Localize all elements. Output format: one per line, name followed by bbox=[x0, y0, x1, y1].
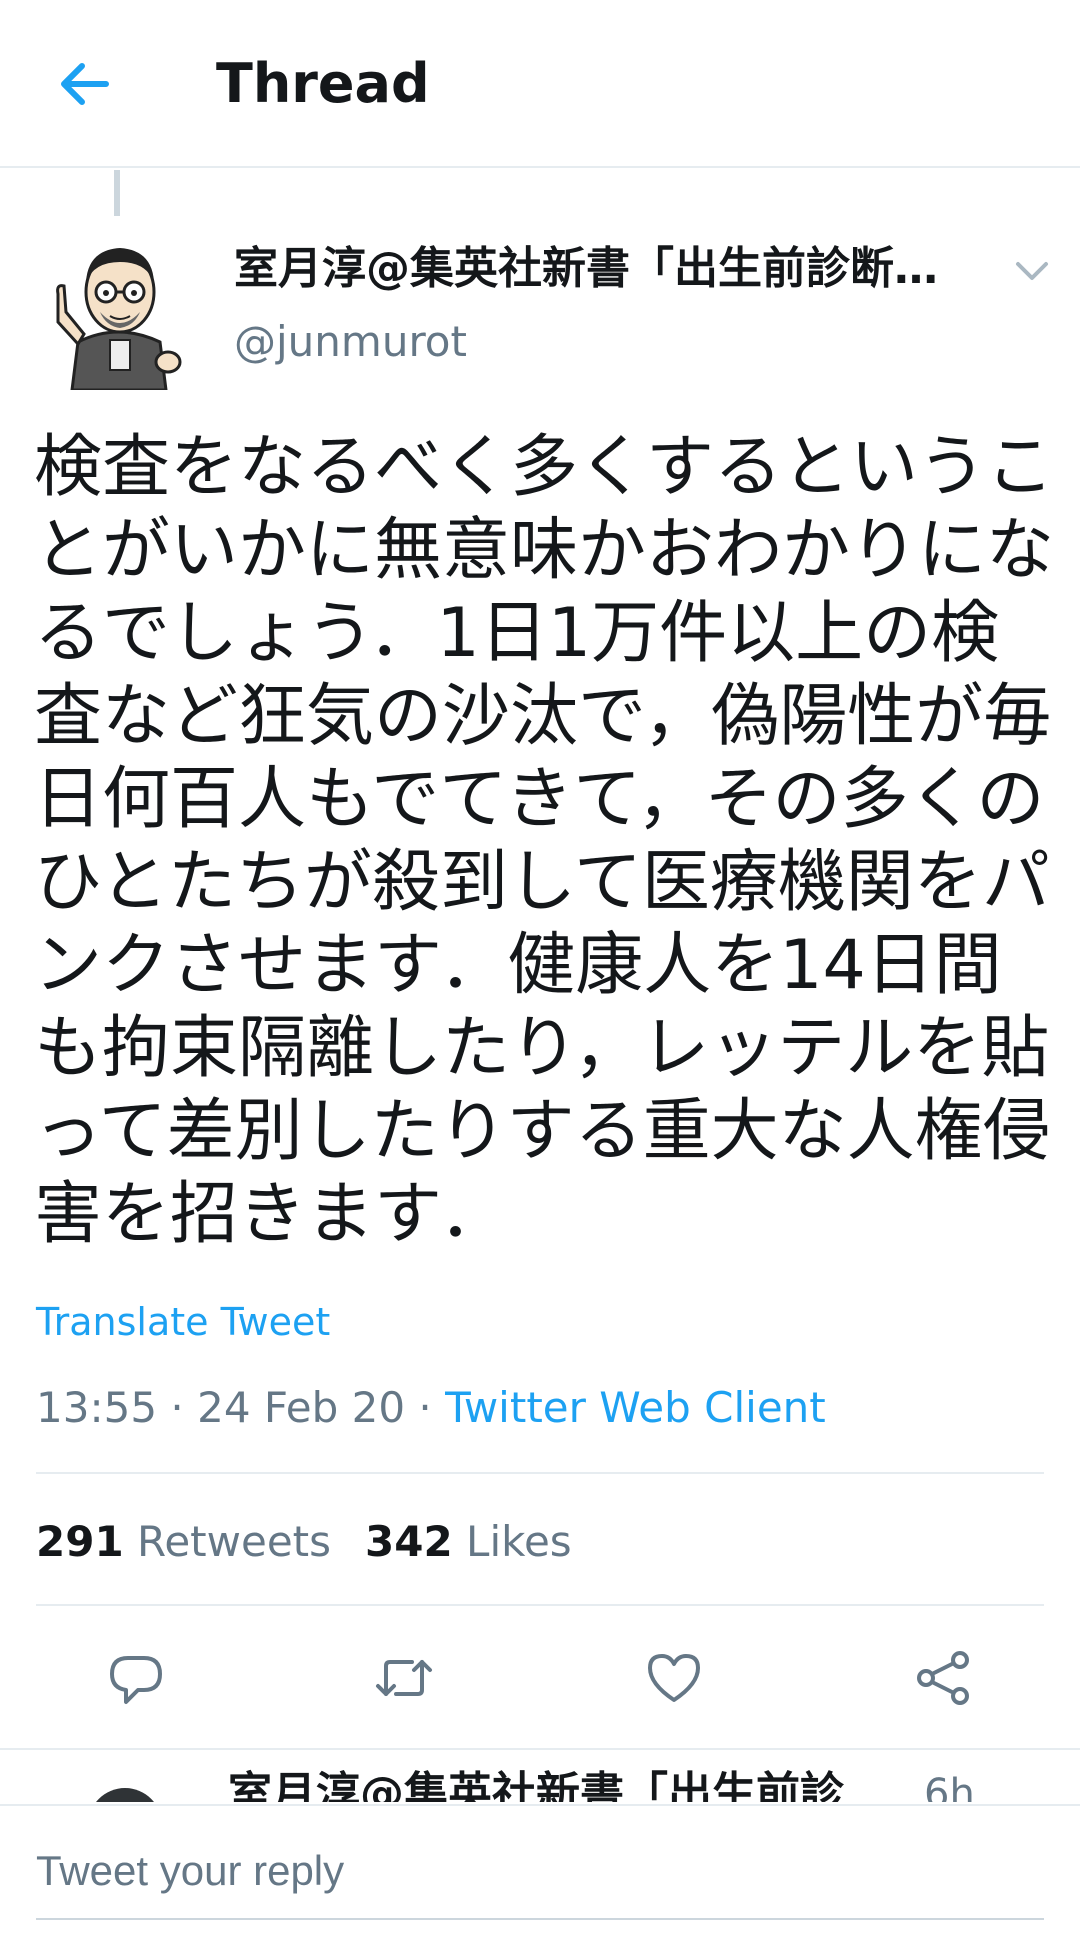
tweet-stats: 291 Retweets 342 Likes bbox=[36, 1512, 572, 1572]
translate-tweet-link[interactable]: Translate Tweet bbox=[36, 1296, 330, 1348]
arrow-left-icon bbox=[61, 63, 109, 105]
retweet-button[interactable] bbox=[374, 1648, 434, 1708]
retweets-stat[interactable]: 291 Retweets bbox=[36, 1517, 331, 1566]
avatar[interactable] bbox=[48, 222, 188, 392]
tweet-menu-button[interactable] bbox=[1012, 250, 1052, 290]
next-tweet-time: 6h bbox=[924, 1771, 975, 1802]
reply-icon bbox=[110, 1656, 162, 1704]
tweet-meta: 13:55 · 24 Feb 20 · Twitter Web Client bbox=[36, 1380, 826, 1436]
meta-separator: · bbox=[157, 1383, 198, 1432]
author-name[interactable]: 室月淳@集英社新書「出生前診断… bbox=[234, 236, 964, 302]
retweets-label: Retweets bbox=[137, 1517, 332, 1566]
back-button[interactable] bbox=[52, 52, 116, 116]
page-title: Thread bbox=[216, 52, 430, 115]
retweet-icon bbox=[376, 1660, 432, 1696]
next-tweet-author-name: 室月淳@集英社新書「出生前診 bbox=[228, 1768, 844, 1802]
chevron-down-icon bbox=[1016, 262, 1048, 280]
next-tweet-preview[interactable]: 室月淳@集英社新書「出生前診 6h bbox=[0, 1752, 1080, 1802]
tweet-time: 13:55 bbox=[36, 1383, 158, 1432]
reply-input[interactable] bbox=[36, 1824, 1044, 1920]
thread-connector-line bbox=[114, 170, 120, 216]
divider bbox=[36, 1472, 1044, 1474]
like-button[interactable] bbox=[644, 1648, 704, 1708]
share-button[interactable] bbox=[914, 1648, 974, 1708]
likes-label: Likes bbox=[466, 1517, 572, 1566]
author-handle[interactable]: @junmurot bbox=[234, 312, 467, 372]
thread-screen: Thread 室月淳@集英社新書「出生前診断… @junmurot 検査をなるべ… bbox=[0, 0, 1080, 1944]
action-bar bbox=[0, 1604, 1080, 1750]
tweet-source-link[interactable]: Twitter Web Client bbox=[445, 1383, 826, 1432]
meta-separator-2: · bbox=[405, 1383, 446, 1432]
heart-icon bbox=[648, 1654, 700, 1702]
retweets-count: 291 bbox=[36, 1517, 124, 1566]
likes-stat[interactable]: 342 Likes bbox=[365, 1517, 572, 1566]
likes-count: 342 bbox=[365, 1517, 453, 1566]
tweet-date: 24 Feb 20 bbox=[197, 1383, 406, 1432]
divider bbox=[0, 1748, 1080, 1750]
cartoon-avatar-icon bbox=[56, 248, 182, 392]
top-bar: Thread bbox=[0, 0, 1080, 168]
reply-button[interactable] bbox=[106, 1648, 166, 1708]
next-tweet-avatar bbox=[88, 1788, 162, 1802]
reply-composer bbox=[0, 1804, 1080, 1944]
tweet-text: 検査をなるべく多くするということがいかに無意味かおわかりになるでしょう．1日1万… bbox=[34, 428, 1055, 1254]
share-icon bbox=[917, 1651, 969, 1705]
